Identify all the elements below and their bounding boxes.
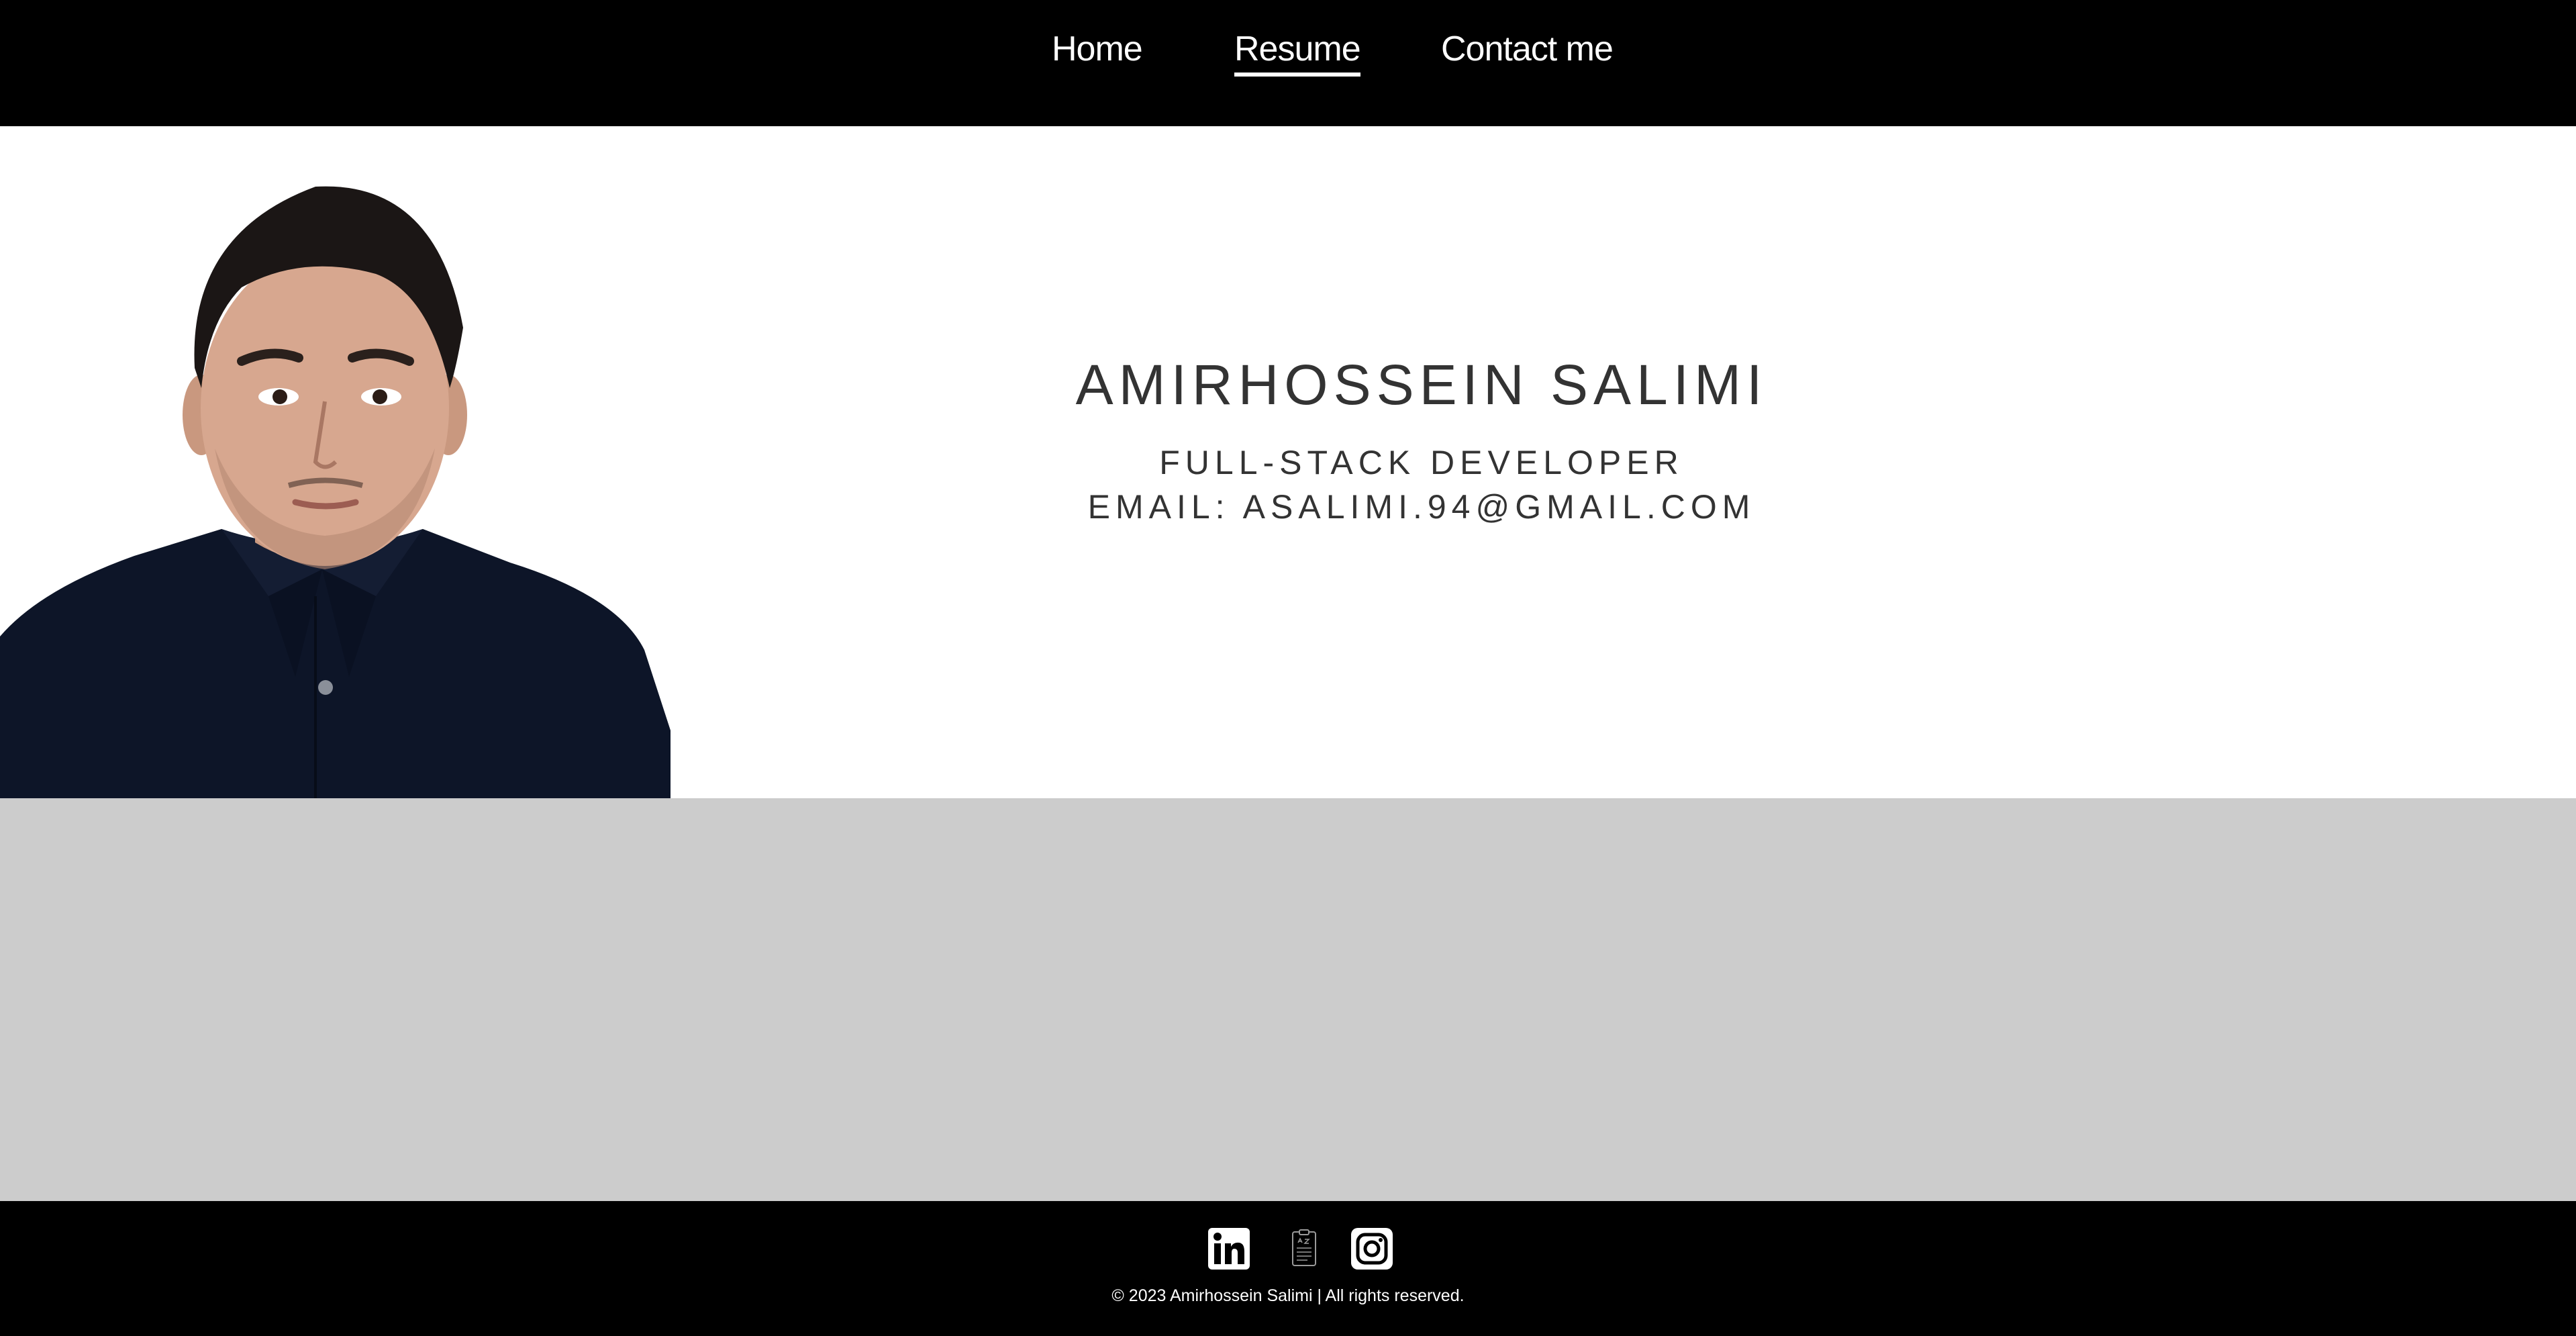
- nav-home-link[interactable]: Home: [1052, 26, 1143, 73]
- instagram-link[interactable]: [1351, 1228, 1393, 1270]
- job-title: FULL-STACK DEVELOPER: [1159, 444, 1684, 481]
- content-section: [0, 798, 2576, 1201]
- footer: © 2023 Amirhossein Salimi | All rights r…: [0, 1201, 2576, 1336]
- instagram-icon: [1351, 1228, 1393, 1270]
- nav-contact-link[interactable]: Contact me: [1441, 26, 1614, 73]
- resume-document-link[interactable]: [1283, 1228, 1325, 1270]
- page: Home Resume Contact me AMIRHOSSEIN SALIM…: [0, 0, 2576, 1336]
- top-navigation: Home Resume Contact me: [0, 0, 2576, 126]
- person-name: AMIRHOSSEIN SALIMI: [1075, 353, 1768, 416]
- copyright-text: © 2023 Amirhossein Salimi | All rights r…: [1111, 1286, 1465, 1305]
- hero-section: AMIRHOSSEIN SALIMI FULL-STACK DEVELOPER …: [0, 126, 2576, 798]
- resume-document-icon: [1292, 1229, 1316, 1266]
- portrait-illustration: [0, 126, 671, 798]
- nav-resume-link[interactable]: Resume: [1234, 26, 1361, 77]
- profile-photo: [0, 126, 671, 798]
- hero-text-block: AMIRHOSSEIN SALIMI FULL-STACK DEVELOPER …: [1007, 348, 1836, 529]
- linkedin-link[interactable]: [1208, 1228, 1250, 1270]
- email-text[interactable]: EMAIL: ASALIMI.94@GMAIL.COM: [1007, 485, 1836, 529]
- linkedin-icon: [1208, 1228, 1250, 1270]
